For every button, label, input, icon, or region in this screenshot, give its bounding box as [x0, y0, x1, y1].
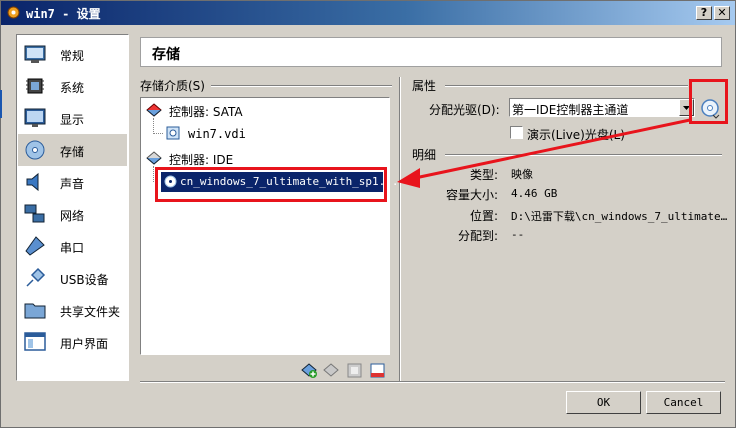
background-strip [738, 0, 750, 435]
background-edge [0, 90, 2, 118]
annotation-arrow-icon [397, 118, 691, 188]
